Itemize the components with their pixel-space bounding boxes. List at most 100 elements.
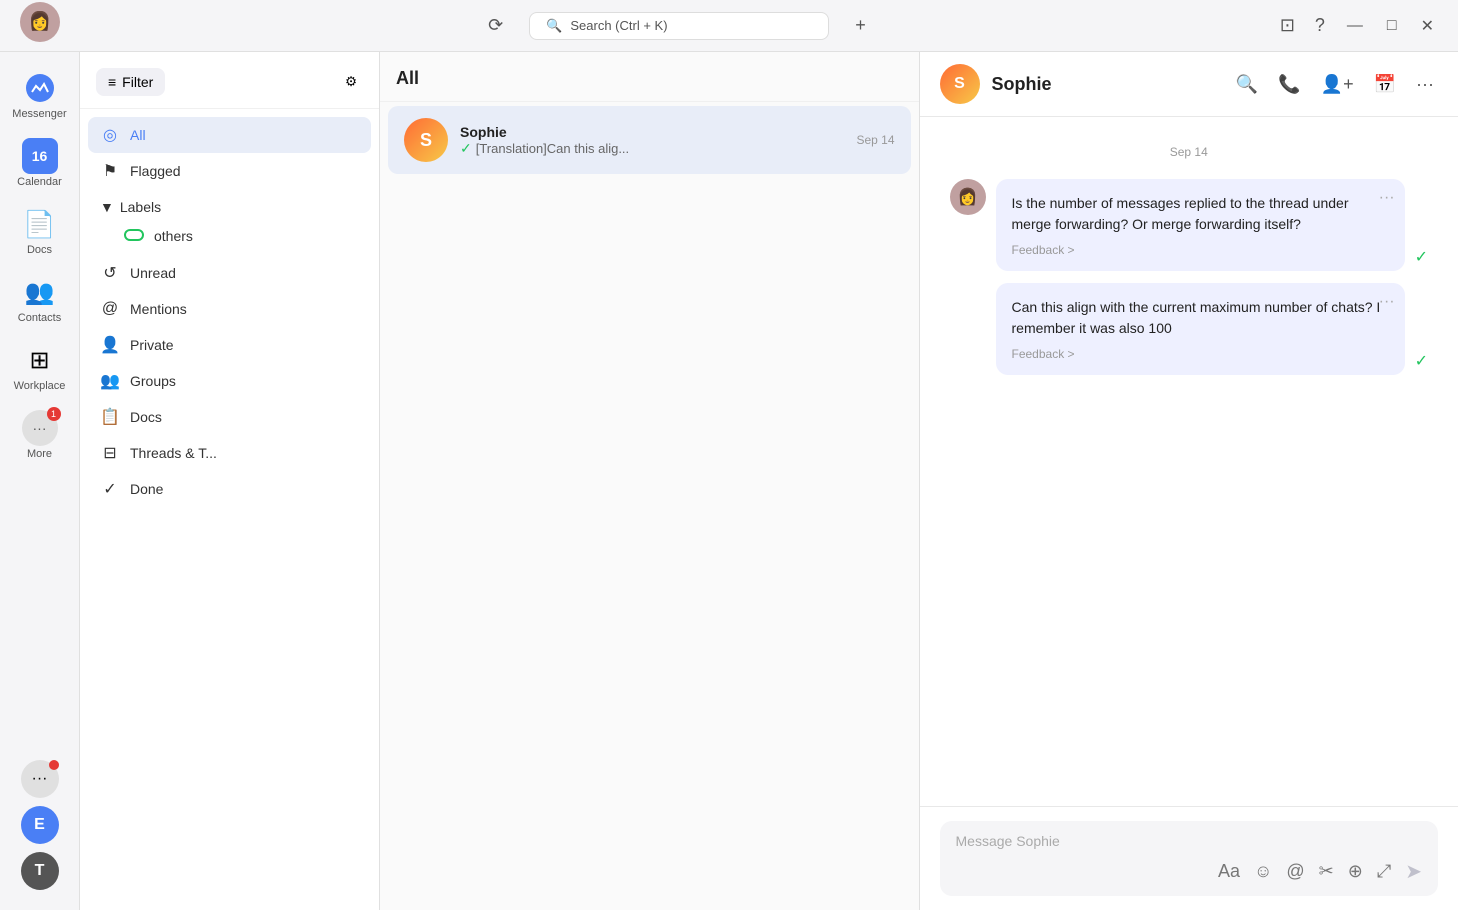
message-wrapper-2: Can this align with the current maximum …	[996, 283, 1405, 375]
label-others-text: others	[154, 228, 193, 244]
filter-item-groups[interactable]: 👥 Groups	[88, 363, 371, 399]
sidebar-item-workplace[interactable]: ⊞ Workplace	[5, 334, 75, 400]
labels-header-text: Labels	[120, 199, 161, 215]
more-chat-button[interactable]: ···	[1412, 70, 1438, 99]
filter-label-threads: Threads & T...	[130, 445, 217, 461]
chat-list: All S Sophie ✓ [Translation]Can this ali…	[380, 52, 920, 910]
private-icon: 👤	[100, 335, 120, 355]
add-member-button[interactable]: 👤+	[1317, 70, 1358, 99]
message-more-2[interactable]: ···	[1379, 293, 1395, 311]
all-icon: ◎	[100, 125, 120, 145]
titlebar-left: 👩	[0, 2, 80, 50]
calendar-chat-button[interactable]: 📅	[1370, 70, 1400, 99]
filter-list: ◎ All ⚑ Flagged ▼ Labels others	[80, 109, 379, 515]
filter-item-mentions[interactable]: @ Mentions	[88, 291, 371, 327]
filter-item-unread[interactable]: ↺ Unread	[88, 255, 371, 291]
filter-icon: ≡	[108, 74, 116, 90]
preview-check-icon: ✓	[460, 140, 472, 157]
chat-main: S Sophie 🔍 📞 👤+ 📅 ··· Sep 14 👩 Is the nu…	[920, 52, 1458, 910]
search-placeholder: Search (Ctrl + K)	[570, 18, 667, 33]
maximize-button[interactable]: □	[1379, 13, 1405, 39]
emoji-button[interactable]: ☺	[1254, 861, 1272, 882]
filter-item-docs[interactable]: 📋 Docs	[88, 399, 371, 435]
chat-list-header: All	[380, 52, 919, 102]
message-feedback-1[interactable]: Feedback >	[1012, 243, 1389, 257]
filter-label-done: Done	[130, 481, 163, 497]
calendar-label: Calendar	[17, 176, 62, 188]
sidebar-item-messenger[interactable]: Messenger	[5, 62, 75, 128]
message-bubble-2: Can this align with the current maximum …	[996, 283, 1405, 375]
sidebar-item-calendar[interactable]: 16 Calendar	[5, 130, 75, 196]
bottom-icons: ··· E T	[21, 760, 59, 900]
titlebar-center: ⟳ 🔍 Search (Ctrl + K) +	[80, 11, 1274, 40]
expand-button[interactable]: ⤢	[1377, 861, 1391, 882]
filter-item-done[interactable]: ✓ Done	[88, 471, 371, 507]
minimize-button[interactable]: —	[1339, 13, 1371, 39]
chat-header: S Sophie 🔍 📞 👤+ 📅 ···	[920, 52, 1458, 117]
workplace-label: Workplace	[14, 380, 66, 392]
settings-button[interactable]: ⚙	[339, 68, 363, 96]
filter-label-unread: Unread	[130, 265, 176, 281]
search-chat-button[interactable]: 🔍	[1232, 70, 1262, 99]
send-button[interactable]: ➤	[1405, 859, 1422, 884]
chevron-down-icon: ▼	[100, 199, 114, 215]
add-tab-button[interactable]: +	[849, 11, 872, 40]
filter-item-threads[interactable]: ⊟ Threads & T...	[88, 435, 371, 471]
close-button[interactable]: ✕	[1413, 12, 1442, 40]
mention-button[interactable]: @	[1286, 861, 1304, 882]
message-input-box[interactable]: Message Sophie Aa ☺ @ ✂ ⊕ ⤢ ➤	[940, 821, 1439, 896]
message-row-1: 👩 Is the number of messages replied to t…	[950, 179, 1429, 271]
chat-preview-sophie: ✓ [Translation]Can this alig...	[460, 140, 844, 157]
messenger-label: Messenger	[12, 108, 66, 120]
sidebar-item-contacts[interactable]: 👥 Contacts	[5, 266, 75, 332]
labels-header[interactable]: ▼ Labels	[100, 193, 359, 221]
filter-label-docs: Docs	[130, 409, 162, 425]
workplace-icon: ⊞	[22, 342, 58, 378]
add-button[interactable]: ⊕	[1348, 861, 1363, 882]
filter-item-flagged[interactable]: ⚑ Flagged	[88, 153, 371, 189]
message-wrapper-1: Is the number of messages replied to the…	[996, 179, 1405, 271]
message-check-2: ✓	[1415, 351, 1428, 371]
dot-indicator: ···	[21, 760, 59, 798]
filter-label-flagged: Flagged	[130, 163, 181, 179]
more-label: More	[27, 448, 52, 460]
filter-label-private: Private	[130, 337, 174, 353]
sidebar-item-more[interactable]: ··· 1 More	[5, 402, 75, 468]
filter-label-all: All	[130, 127, 146, 143]
history-button[interactable]: ⟳	[482, 11, 509, 40]
filter-item-private[interactable]: 👤 Private	[88, 327, 371, 363]
message-more-1[interactable]: ···	[1379, 189, 1395, 207]
format-text-button[interactable]: ✂	[1319, 861, 1334, 882]
avatar-e[interactable]: E	[21, 806, 59, 844]
gear-icon: ⚙	[345, 74, 357, 89]
help-button[interactable]: ?	[1309, 11, 1331, 40]
preview-text-sophie: [Translation]Can this alig...	[476, 141, 629, 156]
filter-label-mentions: Mentions	[130, 301, 187, 317]
main-layout: Messenger 16 Calendar 📄 Docs 👥 Contacts …	[0, 52, 1458, 910]
more-icon: ··· 1	[22, 410, 58, 446]
format-button[interactable]: Aa	[1218, 861, 1240, 882]
docs-filter-icon: 📋	[100, 407, 120, 427]
chat-name-sophie: Sophie	[460, 124, 844, 140]
screen-button[interactable]: ⊡	[1274, 11, 1301, 40]
filter-button[interactable]: ≡ Filter	[96, 68, 165, 96]
message-text-2: Can this align with the current maximum …	[1012, 297, 1389, 339]
search-bar[interactable]: 🔍 Search (Ctrl + K)	[529, 12, 829, 40]
message-feedback-2[interactable]: Feedback >	[1012, 347, 1389, 361]
sidebar-item-docs[interactable]: 📄 Docs	[5, 198, 75, 264]
chat-item-sophie[interactable]: S Sophie ✓ [Translation]Can this alig...…	[388, 106, 911, 174]
messages-area: Sep 14 👩 Is the number of messages repli…	[920, 117, 1458, 806]
mentions-icon: @	[100, 299, 120, 319]
call-button[interactable]: 📞	[1274, 70, 1304, 99]
done-icon: ✓	[100, 479, 120, 499]
more-badge: 1	[47, 407, 61, 421]
calendar-icon: 16	[22, 138, 58, 174]
filter-item-all[interactable]: ◎ All	[88, 117, 371, 153]
app-sidebar: Messenger 16 Calendar 📄 Docs 👥 Contacts …	[0, 52, 80, 910]
chat-header-name: Sophie	[992, 74, 1220, 95]
chat-items: S Sophie ✓ [Translation]Can this alig...…	[380, 102, 919, 178]
user-avatar[interactable]: 👩	[20, 2, 60, 42]
label-item-others[interactable]: others	[100, 221, 359, 251]
input-toolbar: Aa ☺ @ ✂ ⊕ ⤢ ➤	[956, 859, 1423, 884]
docs-icon: 📄	[22, 206, 58, 242]
